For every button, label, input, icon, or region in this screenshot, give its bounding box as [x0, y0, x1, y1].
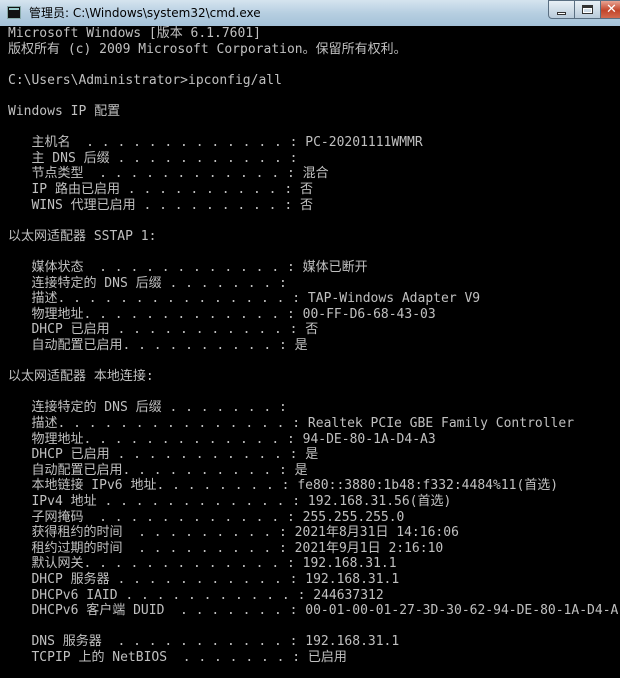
- console-line: C:\Users\Administrator>ipconfig/all: [8, 72, 282, 88]
- window-title: 管理员: C:\Windows\system32\cmd.exe: [29, 6, 261, 20]
- cmd-window: 管理员: C:\Windows\system32\cmd.exe ✕ Micro…: [0, 0, 620, 678]
- console-line: 自动配置已启用. . . . . . . . . . : 是: [8, 462, 308, 478]
- title-bar[interactable]: 管理员: C:\Windows\system32\cmd.exe ✕: [0, 0, 620, 26]
- console-line: 以太网适配器 SSTAP 1:: [8, 228, 157, 244]
- maximize-button[interactable]: [574, 0, 601, 19]
- console-line: 媒体状态 . . . . . . . . . . . . : 媒体已断开: [8, 260, 368, 275]
- console-line: 描述. . . . . . . . . . . . . . . : TAP-Wi…: [8, 291, 481, 307]
- console-output[interactable]: Microsoft Windows [版本 6.1.7601] 版权所有 (c)…: [0, 26, 620, 678]
- console-line: DHCP 已启用 . . . . . . . . . . . : 是: [8, 447, 319, 463]
- console-line: Windows IP 配置: [8, 104, 121, 119]
- console-line: DHCP 服务器 . . . . . . . . . . . : 192.168…: [8, 572, 400, 587]
- console-line: 连接特定的 DNS 后缀 . . . . . . . :: [8, 275, 287, 291]
- console-line: 获得租约的时间 . . . . . . . . . : 2021年8月31日 1…: [8, 525, 459, 541]
- console-line: 描述. . . . . . . . . . . . . . . : Realte…: [8, 416, 575, 431]
- console-line: 以太网适配器 本地连接:: [8, 369, 154, 385]
- close-icon: ✕: [606, 2, 617, 17]
- console-line: 节点类型 . . . . . . . . . . . . : 混合: [8, 166, 329, 182]
- console-line: 本地链接 IPv6 地址. . . . . . . . : fe80::3880…: [8, 478, 559, 494]
- console-line: 默认网关. . . . . . . . . . . . . : 192.168.…: [8, 556, 397, 572]
- console-line: 子网掩码 . . . . . . . . . . . . : 255.255.2…: [8, 509, 405, 525]
- console-line: DHCPv6 IAID . . . . . . . . . . . : 2446…: [8, 587, 384, 603]
- console-line: 主机名 . . . . . . . . . . . . . : PC-20201…: [8, 135, 423, 151]
- maximize-icon: [582, 5, 593, 14]
- minimize-icon: [557, 12, 566, 15]
- console-line: 物理地址. . . . . . . . . . . . . : 00-FF-D6…: [8, 306, 436, 322]
- console-line: TCPIP 上的 NetBIOS . . . . . . . : 已启用: [8, 650, 347, 665]
- console-line: 自动配置已启用. . . . . . . . . . : 是: [8, 338, 308, 353]
- console-line: IP 路由已启用 . . . . . . . . . . : 否: [8, 182, 313, 197]
- console-line: 物理地址. . . . . . . . . . . . . : 94-DE-80…: [8, 431, 436, 447]
- console-line: DHCP 已启用 . . . . . . . . . . . : 否: [8, 322, 319, 338]
- close-button[interactable]: ✕: [600, 0, 620, 19]
- console-line: 租约过期的时间 . . . . . . . . . : 2021年9月1日 2:…: [8, 540, 444, 556]
- console-line: DHCPv6 客户端 DUID . . . . . . . : 00-01-00…: [8, 603, 619, 619]
- console-line: 连接特定的 DNS 后缀 . . . . . . . :: [8, 400, 287, 416]
- console-line: 版权所有 (c) 2009 Microsoft Corporation。保留所有…: [8, 41, 407, 57]
- console-line: IPv4 地址 . . . . . . . . . . . . : 192.16…: [8, 494, 452, 509]
- minimize-button[interactable]: [548, 0, 575, 19]
- console-line: Microsoft Windows [版本 6.1.7601]: [8, 26, 261, 41]
- console-line: DNS 服务器 . . . . . . . . . . . : 192.168.…: [8, 634, 400, 650]
- console-line: 主 DNS 后缀 . . . . . . . . . . . :: [8, 150, 298, 166]
- cmd-icon[interactable]: [7, 6, 21, 19]
- console-line: WINS 代理已启用 . . . . . . . . . : 否: [8, 197, 313, 213]
